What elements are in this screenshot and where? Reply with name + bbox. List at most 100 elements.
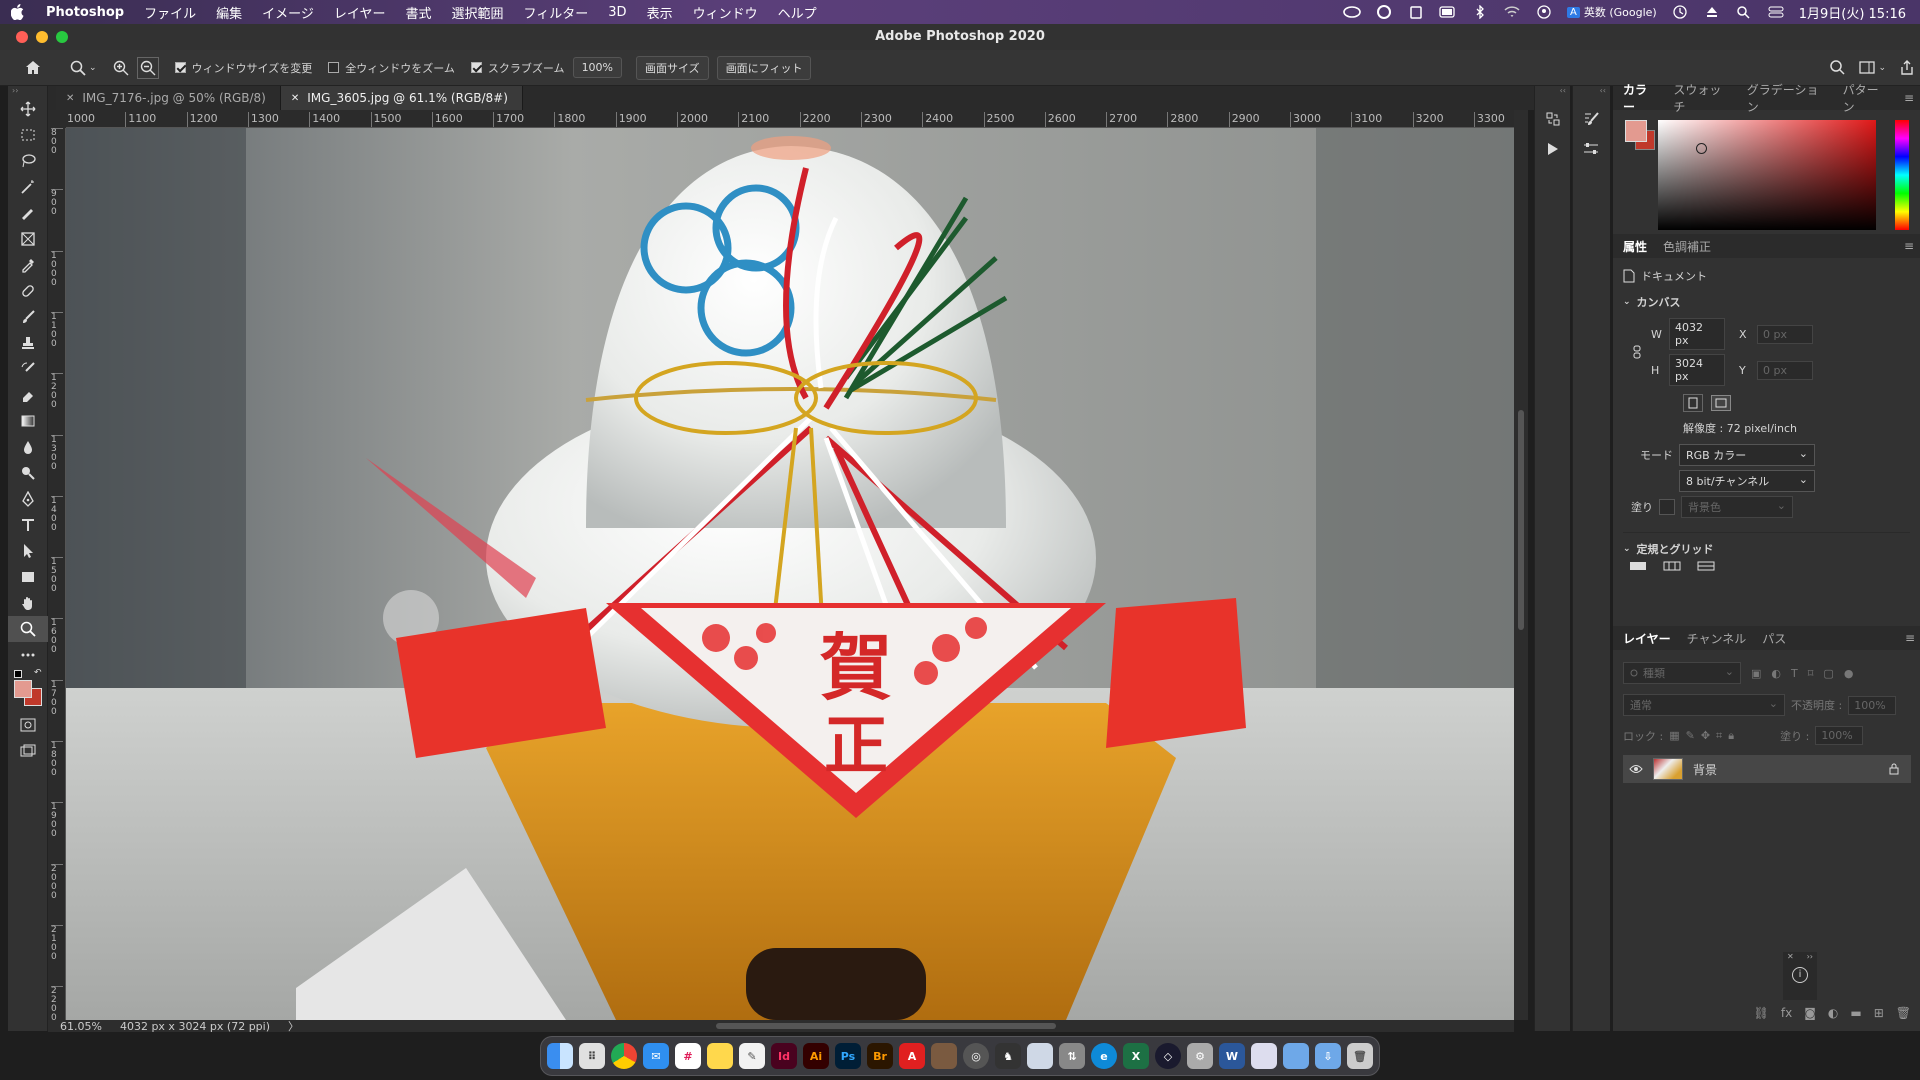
tab-channels[interactable]: チャンネル <box>1687 630 1747 647</box>
acrobat-icon[interactable]: A <box>899 1043 925 1069</box>
scroll-thumb[interactable] <box>1518 410 1524 630</box>
fx-icon[interactable]: fx <box>1781 1006 1792 1026</box>
portrait-orientation-button[interactable] <box>1683 394 1703 412</box>
clone-stamp-tool-icon[interactable] <box>8 330 48 356</box>
marquee-tool-icon[interactable] <box>8 122 48 148</box>
fill-screen-button[interactable]: 画面にフィット <box>716 55 812 80</box>
search-icon[interactable] <box>1830 60 1845 75</box>
menu-help[interactable]: ヘルプ <box>768 3 827 22</box>
google-icon[interactable] <box>1375 3 1393 21</box>
finder-icon[interactable] <box>547 1043 573 1069</box>
magic-wand-tool-icon[interactable] <box>8 174 48 200</box>
crop-tool-icon[interactable] <box>8 226 48 252</box>
home-icon[interactable] <box>18 60 48 75</box>
new-layer-icon[interactable]: ⊞ <box>1874 1006 1884 1026</box>
time-machine-icon[interactable] <box>1671 3 1689 21</box>
quick-select-tool-icon[interactable] <box>8 200 48 226</box>
menu-type[interactable]: 書式 <box>396 3 442 22</box>
lock-position-icon[interactable]: ✥ <box>1701 729 1710 742</box>
zoom-tool-preset-icon[interactable]: ⌄ <box>70 60 97 76</box>
bit-depth-select[interactable]: 8 bit/チャンネル ⌄ <box>1679 470 1815 492</box>
lock-artboard-icon[interactable]: ⌗ <box>1716 729 1722 743</box>
edge-icon[interactable]: e <box>1091 1043 1117 1069</box>
canvas-y-field[interactable]: 0 px <box>1757 360 1813 380</box>
close-tab-icon[interactable]: ✕ <box>291 93 299 104</box>
fill-select[interactable]: 背景色 ⌄ <box>1681 496 1793 518</box>
delete-layer-icon[interactable]: 🗑︎ <box>1896 1006 1911 1026</box>
preview-icon[interactable] <box>1027 1043 1053 1069</box>
ruler-toggle-icon[interactable] <box>1629 561 1647 571</box>
swap-colors-icon[interactable]: ↶ <box>34 668 42 678</box>
adjustments-sliders-icon[interactable] <box>1573 134 1609 164</box>
clipboard-icon[interactable] <box>1407 3 1425 21</box>
lasso-tool-icon[interactable] <box>8 148 48 174</box>
panel-menu-icon[interactable]: ≡ <box>1904 239 1914 253</box>
hue-slider[interactable] <box>1895 120 1909 230</box>
zoom-100-button[interactable]: 100% <box>572 57 623 78</box>
menu-edit[interactable]: 編集 <box>206 3 252 22</box>
menu-file[interactable]: ファイル <box>134 3 206 22</box>
chevron-down-icon[interactable]: ⌄ <box>1623 297 1631 307</box>
migration-icon[interactable]: ⇅ <box>1059 1043 1085 1069</box>
eject-icon[interactable] <box>1703 3 1721 21</box>
gradient-tool-icon[interactable] <box>8 408 48 434</box>
actions-play-icon[interactable] <box>1535 134 1571 164</box>
history-brush-tool-icon[interactable] <box>8 356 48 382</box>
battery-icon[interactable] <box>1439 3 1457 21</box>
zoom-out-icon[interactable] <box>136 56 159 79</box>
eye-icon[interactable] <box>1629 764 1643 774</box>
pen-tool-icon[interactable] <box>8 486 48 512</box>
word-icon[interactable]: W <box>1219 1043 1245 1069</box>
guides-toggle-icon[interactable] <box>1697 561 1715 571</box>
compass-icon[interactable]: ◎ <box>963 1043 989 1069</box>
link-dimensions-icon[interactable] <box>1623 345 1651 359</box>
menu-filter[interactable]: フィルター <box>514 3 599 22</box>
filter-adjust-icon[interactable]: ◐ <box>1771 667 1781 680</box>
brush-settings-icon[interactable] <box>1573 104 1609 134</box>
eraser-tool-icon[interactable] <box>8 382 48 408</box>
bluetooth-icon[interactable] <box>1471 3 1489 21</box>
ruler-corner[interactable] <box>48 110 66 128</box>
panel-menu-icon[interactable]: ≡ <box>1905 631 1915 645</box>
user-icon[interactable] <box>1535 3 1553 21</box>
info-icon[interactable]: i <box>1792 967 1808 983</box>
apple-icon[interactable] <box>0 4 36 20</box>
bridge-icon[interactable]: Br <box>867 1043 893 1069</box>
collapse-panel-icon[interactable]: ‹‹ <box>1573 86 1610 104</box>
brush-tool-icon[interactable] <box>8 304 48 330</box>
collapse-toolbar-icon[interactable]: ›› <box>8 86 47 96</box>
horizontal-ruler[interactable]: 1000 1100 1200 1300 1400 1500 1600 1700 1800 1900… <box>66 110 1514 128</box>
path-selection-tool-icon[interactable] <box>8 538 48 564</box>
chevron-down-icon[interactable]: ⌄ <box>1623 544 1631 554</box>
fill-opacity-field[interactable]: 100% <box>1815 726 1864 745</box>
quick-mask-icon[interactable] <box>8 712 48 738</box>
menu-3d[interactable]: 3D <box>598 5 636 20</box>
close-tab-icon[interactable]: ✕ <box>66 93 74 104</box>
menu-window[interactable]: ウィンドウ <box>683 3 768 22</box>
close-icon[interactable]: ✕ <box>1787 952 1794 961</box>
tab-adjustments[interactable]: 色調補正 <box>1663 238 1711 255</box>
control-center-icon[interactable] <box>1767 3 1785 21</box>
foreground-color-swatch[interactable] <box>14 680 32 698</box>
new-group-icon[interactable]: ▬ <box>1850 1006 1861 1026</box>
fill-color-swatch[interactable] <box>1659 499 1675 515</box>
menu-select[interactable]: 選択範囲 <box>442 3 514 22</box>
menu-view[interactable]: 表示 <box>637 3 683 22</box>
illustrator-icon[interactable]: Ai <box>803 1043 829 1069</box>
notes-icon[interactable] <box>707 1043 733 1069</box>
zoom-in-icon[interactable] <box>113 60 129 76</box>
history-panel-icon[interactable] <box>1535 104 1571 134</box>
rectangle-tool-icon[interactable] <box>8 564 48 590</box>
add-mask-icon[interactable]: ◙ <box>1804 1006 1816 1026</box>
type-tool-icon[interactable] <box>8 512 48 538</box>
adjustment-layer-icon[interactable]: ◐ <box>1828 1006 1838 1026</box>
tab-layers[interactable]: レイヤー <box>1623 630 1671 647</box>
filter-shape-icon[interactable]: ⌑ <box>1808 667 1814 680</box>
mail-icon[interactable]: ✉ <box>643 1043 669 1069</box>
system-prefs-icon[interactable]: ⚙ <box>1187 1043 1213 1069</box>
expand-icon[interactable]: ›› <box>1807 952 1813 961</box>
canvas-width-field[interactable]: 4032 px <box>1669 318 1725 350</box>
menubar-clock[interactable]: 1月9日(火) 15:16 <box>1799 3 1906 22</box>
color-mode-select[interactable]: RGB カラー ⌄ <box>1679 444 1815 466</box>
tab-img-7176[interactable]: ✕ IMG_7176-.jpg @ 50% (RGB/8) <box>56 86 281 110</box>
